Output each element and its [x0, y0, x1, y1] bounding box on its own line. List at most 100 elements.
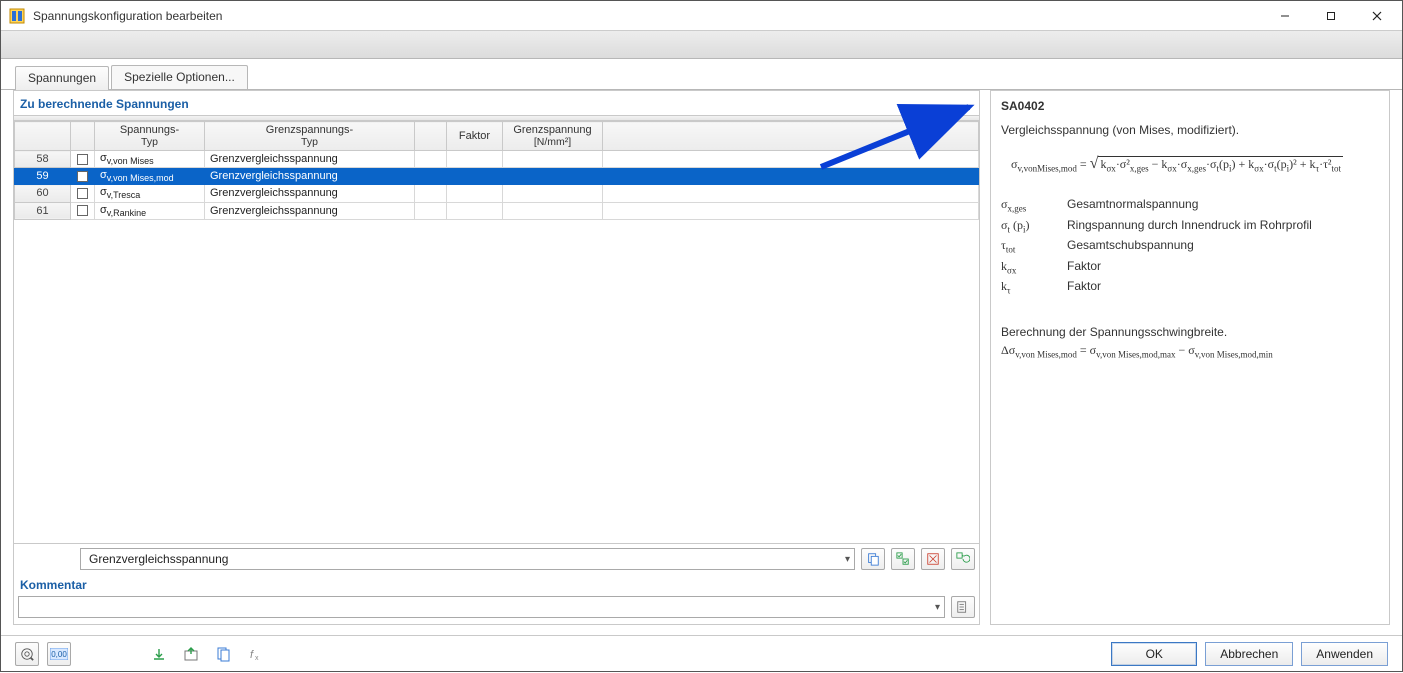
legend-sym: σx,ges — [1001, 197, 1053, 213]
section-title: Zu berechnende Spannungen — [14, 91, 979, 115]
limit-type-dropdown[interactable]: Grenzvergleichsspannung ▾ — [80, 548, 855, 570]
cell-tail — [603, 168, 979, 185]
cell-empty — [415, 151, 447, 168]
cancel-button[interactable]: Abbrechen — [1205, 642, 1293, 666]
ok-button[interactable]: OK — [1111, 642, 1197, 666]
dropdown-value: Grenzvergleichsspannung — [89, 552, 228, 566]
content-area: Zu berechnende Spannungen Spannungs-Typ — [1, 89, 1402, 635]
legend-sym: τtot — [1001, 238, 1053, 254]
clipboard-icon-button[interactable] — [211, 642, 235, 666]
legend-text: Gesamtnormalspannung — [1067, 197, 1198, 213]
col-rownum — [15, 122, 71, 151]
row-checkbox[interactable] — [71, 151, 95, 168]
maximize-button[interactable] — [1308, 1, 1354, 31]
cell-type: σv,von Mises,mod — [95, 168, 205, 185]
tab-bar: Spannungen Spezielle Optionen... — [1, 59, 1402, 89]
cell-factor — [447, 202, 503, 219]
legend: σx,ges Gesamtnormalspannung σt (pi) Ringsp… — [1001, 197, 1379, 295]
info-pane: SA0402 Vergleichsspannung (von Mises, mo… — [990, 90, 1390, 625]
row-checkbox[interactable] — [71, 185, 95, 202]
grid-footer-row: Grenzvergleichsspannung ▾ — [14, 543, 979, 574]
cell-empty — [415, 202, 447, 219]
info-code: SA0402 — [1001, 99, 1379, 113]
minimize-button[interactable] — [1262, 1, 1308, 31]
col-limit-type: Grenzspannungs-Typ — [205, 122, 415, 151]
help-icon-button[interactable] — [15, 642, 39, 666]
tab-spannungen[interactable]: Spannungen — [15, 66, 109, 90]
check-all-icon-button[interactable] — [891, 548, 915, 570]
export-icon-button[interactable] — [179, 642, 203, 666]
row-checkbox[interactable] — [71, 168, 95, 185]
function-icon-button[interactable]: fx — [243, 642, 267, 666]
window-title: Spannungskonfiguration bearbeiten — [33, 9, 1262, 23]
cell-factor — [447, 168, 503, 185]
note-equation: Δσv,von Mises,mod = σv,von Mises,mod,max… — [1001, 341, 1379, 362]
grid-wrap: Spannungs-Typ Grenzspannungs-Typ Faktor … — [14, 115, 979, 574]
svg-text:0,00: 0,00 — [51, 650, 67, 659]
cell-empty — [415, 185, 447, 202]
legend-sym: σt (pi) — [1001, 218, 1053, 234]
table-row[interactable]: 58σv,von MisesGrenzvergleichsspannung — [15, 151, 979, 168]
info-description: Vergleichsspannung (von Mises, modifizie… — [1001, 123, 1379, 137]
copy-icon-button[interactable] — [861, 548, 885, 570]
legend-sym: kτ — [1001, 279, 1053, 295]
close-button[interactable] — [1354, 1, 1400, 31]
cell-limit-type: Grenzvergleichsspannung — [205, 202, 415, 219]
col-limit-stress: Grenzspannung[N/mm²] — [503, 122, 603, 151]
grid-fill — [14, 220, 979, 543]
cell-limit-type: Grenzvergleichsspannung — [205, 185, 415, 202]
col-tail — [603, 122, 979, 151]
cell-limit-type: Grenzvergleichsspannung — [205, 168, 415, 185]
cell-limit-stress — [503, 185, 603, 202]
col-empty1 — [415, 122, 447, 151]
titlebar: Spannungskonfiguration bearbeiten — [1, 1, 1402, 31]
cell-type: σv,Tresca — [95, 185, 205, 202]
cell-limit-type: Grenzvergleichsspannung — [205, 151, 415, 168]
legend-text: Faktor — [1067, 279, 1101, 295]
formula: σv,vonMises,mod = √kσx·σ²x,ges − kσx·σx,… — [1011, 155, 1379, 173]
legend-text: Gesamtschubspannung — [1067, 238, 1194, 254]
cell-tail — [603, 202, 979, 219]
col-factor: Faktor — [447, 122, 503, 151]
apply-button[interactable]: Anwenden — [1301, 642, 1388, 666]
note-line: Berechnung der Spannungsschwingbreite. — [1001, 323, 1379, 341]
col-type: Spannungs-Typ — [95, 122, 205, 151]
cell-factor — [447, 185, 503, 202]
table-row[interactable]: 60 σv,TrescaGrenzvergleichsspannung — [15, 185, 979, 202]
legend-sym: kσx — [1001, 259, 1053, 275]
uncheck-icon-button[interactable] — [921, 548, 945, 570]
cell-limit-stress — [503, 151, 603, 168]
cell-empty — [415, 168, 447, 185]
row-number: 60 — [15, 185, 71, 202]
dialog-window: Spannungskonfiguration bearbeiten Spannu… — [0, 0, 1403, 672]
chevron-down-icon: ▾ — [935, 602, 940, 613]
comment-label: Kommentar — [18, 578, 975, 594]
table-row[interactable]: 61σv,RankineGrenzvergleichsspannung — [15, 202, 979, 219]
reset-icon-button[interactable] — [951, 548, 975, 570]
row-number: 61 — [15, 202, 71, 219]
cell-limit-stress — [503, 168, 603, 185]
units-icon-button[interactable]: 0,00 — [47, 642, 71, 666]
comment-block: Kommentar ▾ — [14, 574, 979, 624]
cell-tail — [603, 151, 979, 168]
calc-note: Berechnung der Spannungsschwingbreite. Δ… — [1001, 323, 1379, 362]
comment-pick-button[interactable] — [951, 596, 975, 618]
left-pane: Zu berechnende Spannungen Spannungs-Typ — [13, 90, 980, 625]
app-icon — [9, 8, 25, 24]
cell-limit-stress — [503, 202, 603, 219]
col-check — [71, 122, 95, 151]
row-checkbox[interactable] — [71, 202, 95, 219]
tab-spezielle-optionen[interactable]: Spezielle Optionen... — [111, 65, 248, 89]
svg-text:x: x — [255, 655, 259, 662]
stress-table[interactable]: Spannungs-Typ Grenzspannungs-Typ Faktor … — [14, 121, 979, 220]
row-number: 59 — [15, 168, 71, 185]
cell-type: σv,von Mises — [95, 151, 205, 168]
legend-text: Faktor — [1067, 259, 1101, 275]
legend-text: Ringspannung durch Innendruck im Rohrpro… — [1067, 218, 1312, 234]
footer: 0,00 fx OK Abbrechen Anwenden — [1, 635, 1402, 671]
toolbar-strip — [1, 31, 1402, 59]
import-icon-button[interactable] — [147, 642, 171, 666]
cell-factor — [447, 151, 503, 168]
table-row[interactable]: 59 σv,von Mises,modGrenzvergleichsspannun… — [15, 168, 979, 185]
comment-input[interactable]: ▾ — [18, 596, 945, 618]
